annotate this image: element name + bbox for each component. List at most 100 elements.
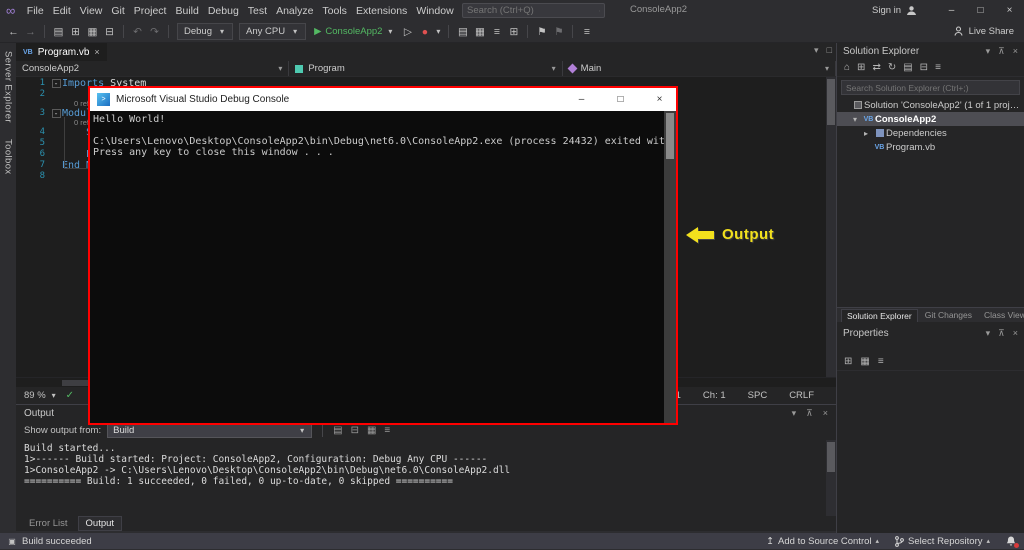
output-source-dropdown[interactable]: Build ▾ [107, 423, 312, 438]
menu-test[interactable]: Test [243, 5, 271, 17]
menu-window[interactable]: Window [412, 5, 458, 17]
sync-with-active-document-icon[interactable]: ⇄ [872, 62, 880, 73]
pending-changes-filter-icon[interactable]: ⊞ [857, 62, 865, 73]
solution-platform-dropdown[interactable]: Any CPU ▾ [239, 23, 306, 40]
window-position-icon[interactable]: ▾ [986, 46, 991, 57]
tab-class-view[interactable]: Class View [979, 309, 1024, 321]
tab-program-vb[interactable]: VB Program.vb × [16, 43, 107, 61]
console-minimize-button[interactable]: – [565, 88, 598, 111]
output-log[interactable]: Build started...1>------ Build started: … [16, 440, 836, 516]
close-panel-icon[interactable]: × [1013, 328, 1018, 339]
find-in-files-icon[interactable]: ▤ [455, 23, 470, 41]
window-position-icon[interactable]: ▾ [986, 328, 991, 339]
type-dropdown[interactable]: Program ▾ [289, 61, 562, 76]
menu-debug[interactable]: Debug [203, 5, 243, 17]
solution-explorer-search[interactable] [841, 80, 1020, 95]
menu-file[interactable]: File [22, 5, 48, 17]
tab-solution-explorer[interactable]: Solution Explorer [841, 309, 918, 322]
live-share-button[interactable]: Live Share [953, 26, 1014, 37]
console-maximize-button[interactable]: □ [604, 88, 637, 111]
pin-icon[interactable]: ⊼ [998, 46, 1005, 57]
float-tab-icon[interactable]: □ [827, 45, 832, 56]
health-check-icon[interactable]: ✓ [66, 390, 74, 401]
close-panel-icon[interactable]: × [1013, 46, 1018, 57]
solution-configuration-dropdown[interactable]: Debug ▾ [177, 23, 233, 40]
open-file-icon[interactable]: ⊞ [68, 23, 83, 41]
properties-shortcut-icon[interactable]: ≡ [935, 62, 941, 73]
scrollbar-thumb[interactable] [666, 113, 674, 159]
autoscroll-icon[interactable]: ≡ [384, 425, 390, 436]
scrollbar-thumb[interactable] [827, 442, 835, 472]
tab-close-icon[interactable]: × [94, 47, 99, 57]
menu-view[interactable]: View [75, 5, 107, 17]
menu-extensions[interactable]: Extensions [351, 5, 411, 17]
project-dropdown[interactable]: ConsoleApp2 ▾ [16, 61, 289, 76]
categorized-icon[interactable]: ⊞ [844, 356, 852, 367]
tab-server-explorer[interactable]: Server Explorer [3, 43, 14, 131]
search-input[interactable] [467, 5, 599, 16]
find-message-icon[interactable]: ▤ [333, 425, 342, 436]
tab-list-icon[interactable]: ▾ [814, 45, 819, 56]
refresh-icon[interactable]: ↻ [888, 62, 896, 73]
menu-analyze[interactable]: Analyze [272, 5, 318, 17]
menu-project[interactable]: Project [129, 5, 171, 17]
start-without-debugging-icon[interactable]: ▷ [400, 23, 415, 41]
close-panel-icon[interactable]: × [823, 408, 828, 419]
sign-in-button[interactable]: Sign in [872, 0, 917, 21]
tree-item-program-vb[interactable]: VBProgram.vb [837, 140, 1024, 154]
menu-tools[interactable]: Tools [318, 5, 352, 17]
outline-icon[interactable]: ⊞ [506, 23, 521, 41]
save-icon[interactable]: ▦ [85, 23, 100, 41]
minimize-button[interactable]: – [937, 0, 966, 21]
switch-views-icon[interactable]: ⌂ [844, 62, 850, 73]
add-to-source-control-button[interactable]: ↥ Add to Source Control ▴ [766, 536, 879, 547]
alphabetical-icon[interactable]: ▦ [860, 356, 869, 367]
new-file-icon[interactable]: ▤ [51, 23, 66, 41]
solution-search-input[interactable] [846, 83, 1015, 93]
notifications-button[interactable] [1006, 536, 1016, 547]
save-all-icon[interactable]: ⊟ [102, 23, 117, 41]
output-scrollbar[interactable] [826, 440, 836, 516]
maximize-button[interactable]: □ [966, 0, 995, 21]
navigate-back-icon[interactable]: ← [6, 23, 21, 41]
console-title-bar[interactable]: Microsoft Visual Studio Debug Console – … [90, 88, 676, 111]
pin-icon[interactable]: ⊼ [998, 328, 1005, 339]
tab-toolbox[interactable]: Toolbox [3, 131, 14, 183]
tab-output[interactable]: Output [78, 516, 123, 531]
indent-indicator[interactable]: SPC [748, 390, 768, 401]
console-close-button[interactable]: × [643, 88, 676, 111]
select-repository-button[interactable]: Select Repository ▴ [895, 536, 990, 547]
console-scrollbar[interactable] [664, 111, 676, 423]
indent-icon[interactable]: ≡ [489, 23, 504, 41]
property-pages-icon[interactable]: ≡ [878, 356, 884, 367]
console-output[interactable]: Hello World!C:\Users\Lenovo\Desktop\Cons… [90, 111, 664, 423]
menu-edit[interactable]: Edit [48, 5, 75, 17]
pin-icon[interactable]: ⊼ [806, 408, 813, 419]
show-all-files-icon[interactable]: ▤ [903, 62, 912, 73]
toggle-word-wrap-icon[interactable]: ▦ [367, 425, 376, 436]
collapse-all-icon[interactable]: ⊟ [920, 62, 928, 73]
quick-search[interactable] [462, 3, 605, 18]
window-position-icon[interactable]: ▾ [792, 408, 797, 419]
collapse-box-icon[interactable]: - [52, 109, 61, 118]
tree-item-dependencies[interactable]: ▸Dependencies [837, 126, 1024, 140]
start-debugging-button[interactable]: ▶ ConsoleApp2 ▾ [310, 23, 398, 41]
previous-bookmark-icon[interactable]: ⚑ [551, 23, 566, 41]
debug-console-window[interactable]: Microsoft Visual Studio Debug Console – … [88, 86, 678, 425]
menu-build[interactable]: Build [171, 5, 203, 17]
undo-icon[interactable]: ↶ [130, 23, 145, 41]
zoom-dropdown[interactable]: 89 % ▾ [24, 387, 58, 405]
scrollbar-thumb[interactable] [827, 79, 835, 125]
clear-all-icon[interactable]: ⊟ [351, 425, 359, 436]
member-dropdown[interactable]: Main ▾ [563, 61, 836, 76]
tree-item-consoleapp2[interactable]: ▾VBConsoleApp2 [837, 112, 1024, 126]
tab-error-list[interactable]: Error List [22, 517, 75, 530]
column-indicator[interactable]: Ch: 1 [703, 390, 726, 401]
eol-indicator[interactable]: CRLF [789, 390, 814, 401]
redo-icon[interactable]: ↷ [147, 23, 162, 41]
tree-expander-icon[interactable]: ▾ [853, 115, 862, 124]
bookmark-icon[interactable]: ⚑ [534, 23, 549, 41]
menu-git[interactable]: Git [107, 5, 129, 17]
tree-expander-icon[interactable]: ▸ [864, 129, 873, 138]
solution-explorer-header[interactable]: Solution Explorer ▾ ⊼ × [837, 43, 1024, 59]
